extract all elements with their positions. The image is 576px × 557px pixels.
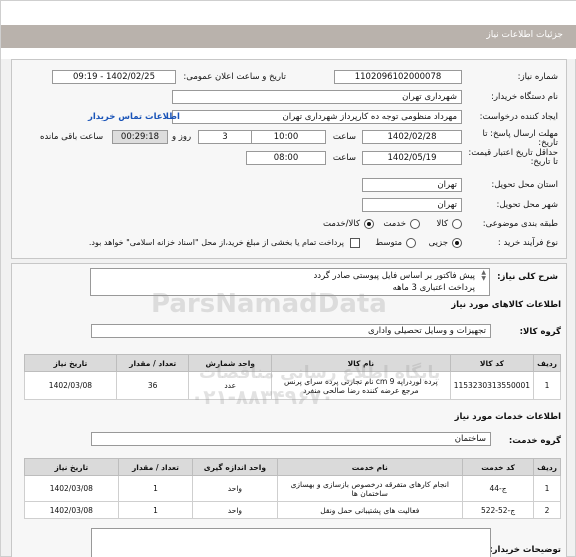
purchase-type-option-minor: جزیی [428, 238, 448, 248]
resize-arrows-icon: ▲ ▼ [481, 269, 486, 282]
province-label: استان محل تحویل: [491, 180, 558, 190]
buyer-org-field: شهرداری تهران [172, 90, 462, 104]
services-col-row: ردیف [533, 458, 561, 476]
table-row: 2 ج-52-522 فعالیت های پشتیبانی حمل ونقل … [24, 501, 561, 519]
services-col-code: کد خدمت [461, 458, 535, 476]
services-cell-row: 2 [533, 501, 561, 519]
requester-label: ایجاد کننده درخواست: [479, 112, 558, 122]
services-cell-date: 1402/03/08 [24, 501, 119, 519]
need-number-field: 1102096102000078 [334, 70, 462, 84]
services-cell-name: انجام کارهای متفرقه درخصوص بازسازی و بهس… [276, 475, 464, 502]
services-group-label: گروه خدمت: [508, 436, 561, 446]
purchase-type-option-medium: متوسط [375, 238, 402, 248]
details-panel: جزئیات اطلاعات نیاز شماره نیاز: 11020961… [0, 0, 576, 557]
purchase-type-label: نوع فرآیند خرید : [497, 238, 558, 248]
requester-field: مهرداد منظومی توجه ده کارپرداز شهرداری ت… [172, 110, 462, 124]
days-left-label: روز و [172, 132, 192, 142]
goods-col-code: کد کالا [449, 354, 535, 372]
services-cell-row: 1 [533, 475, 561, 502]
province-field: تهران [362, 178, 462, 192]
goods-col-name: نام کالا [270, 354, 451, 372]
price-validity-date-field: 1402/05/19 [362, 151, 462, 165]
page-header: جزئیات اطلاعات نیاز [1, 1, 576, 59]
services-cell-code: ج-52-522 [461, 501, 535, 519]
city-field: تهران [362, 198, 462, 212]
summary-label: شرح کلی نیاز: [497, 272, 558, 282]
need-info-box: شماره نیاز: 1102096102000078 تاریخ و ساع… [11, 59, 567, 259]
services-cell-qty: 1 [117, 475, 194, 502]
goods-col-unit: واحد شمارش [188, 354, 272, 372]
price-validity-time-field: 08:00 [246, 151, 326, 165]
need-number-label: شماره نیاز: [517, 72, 558, 82]
remaining-time-label: ساعت باقی مانده [40, 132, 104, 142]
table-row: 1 1153230313550001 پرده لوردراپه cm 9 نا… [24, 371, 561, 400]
goods-col-date: تاریخ نیاز [24, 354, 117, 372]
purchase-type-radio-medium[interactable] [406, 238, 416, 248]
reply-time-field: 10:00 [246, 130, 326, 144]
reply-deadline-label: مهلت ارسال پاسخ: تا تاریخ: [482, 129, 558, 148]
purchase-type-radio-minor[interactable] [452, 238, 462, 248]
summary-textarea[interactable]: پیش فاکتور بر اساس فایل پیوستی صادر گردد… [90, 268, 490, 296]
summary-line-2: پرداخت اعتباری 3 ماهه [392, 283, 475, 293]
services-col-unit: واحد اندازه گیری [192, 458, 278, 476]
days-left-field: 3 [198, 130, 252, 144]
goods-cell-unit: عدد [188, 371, 272, 400]
goods-section-title: اطلاعات کالاهای مورد نیاز [451, 300, 561, 310]
services-cell-code: ج-44 [461, 475, 535, 502]
services-cell-unit: واحد [192, 475, 278, 502]
price-validity-label: حداقل تاریخ اعتبار قیمت: تا تاریخ: [468, 148, 558, 167]
category-option-goods-service: کالا/خدمت [323, 219, 360, 229]
services-table: ردیف کد خدمت نام خدمت واحد اندازه گیری ت… [24, 458, 561, 519]
summary-line-1: پیش فاکتور بر اساس فایل پیوستی صادر گردد [313, 271, 476, 281]
goods-cell-name: پرده لوردراپه cm 9 نام تجارتی پرده سرای … [270, 371, 451, 400]
treasury-payment-note: پرداخت تمام یا بخشی از مبلغ خرید،از محل … [88, 238, 344, 247]
price-validity-time-label: ساعت [332, 153, 356, 163]
services-table-header: ردیف کد خدمت نام خدمت واحد اندازه گیری ت… [24, 458, 561, 476]
category-label: طبقه بندی موضوعی: [482, 219, 558, 229]
category-radio-goods[interactable] [452, 219, 462, 229]
reply-time-label: ساعت [332, 132, 356, 142]
goods-group-field: تجهیزات و وسایل تحصیلی واداری [91, 324, 491, 338]
goods-cell-date: 1402/03/08 [24, 371, 117, 400]
goods-table: ردیف کد کالا نام کالا واحد شمارش تعداد /… [24, 354, 561, 400]
services-col-date: تاریخ نیاز [24, 458, 119, 476]
goods-group-label: گروه کالا: [519, 327, 561, 337]
category-radio-service[interactable] [410, 219, 420, 229]
announce-date-label: تاریخ و ساعت اعلان عمومی: [183, 72, 286, 82]
remaining-time-field: 00:29:18 [112, 130, 168, 144]
goods-table-header: ردیف کد کالا نام کالا واحد شمارش تعداد /… [24, 354, 561, 372]
goods-cell-row: 1 [533, 371, 561, 400]
city-label: شهر محل تحویل: [496, 200, 558, 210]
services-section-title: اطلاعات خدمات مورد نیاز [454, 412, 561, 422]
services-group-field: ساختمان [91, 432, 491, 446]
services-cell-date: 1402/03/08 [24, 475, 119, 502]
category-option-service: خدمت [383, 219, 406, 229]
reply-date-field: 1402/02/28 [362, 130, 462, 144]
buyer-notes-label: توضیحات خریدار: [489, 545, 561, 555]
goods-col-qty: تعداد / مقدار [115, 354, 190, 372]
services-col-name: نام خدمت [276, 458, 464, 476]
goods-cell-code: 1153230313550001 [449, 371, 535, 400]
services-cell-qty: 1 [117, 501, 194, 519]
category-option-goods: کالا [436, 219, 448, 229]
services-cell-name: فعالیت های پشتیبانی حمل ونقل [276, 501, 464, 519]
buyer-org-label: نام دستگاه خریدار: [491, 92, 558, 102]
page-title: جزئیات اطلاعات نیاز [486, 30, 563, 40]
buyer-notes-textarea[interactable] [91, 528, 491, 557]
services-cell-unit: واحد [192, 501, 278, 519]
category-radio-goods-service[interactable] [364, 219, 374, 229]
goods-col-row: ردیف [533, 354, 561, 372]
buyer-contact-link[interactable]: اطلاعات تماس خریدار [88, 112, 180, 122]
services-col-qty: تعداد / مقدار [117, 458, 194, 476]
goods-cell-qty: 36 [115, 371, 190, 400]
treasury-payment-checkbox[interactable] [350, 238, 360, 248]
table-row: 1 ج-44 انجام کارهای متفرقه درخصوص بازساز… [24, 475, 561, 502]
announce-date-field: 1402/02/25 - 09:19 [52, 70, 176, 84]
